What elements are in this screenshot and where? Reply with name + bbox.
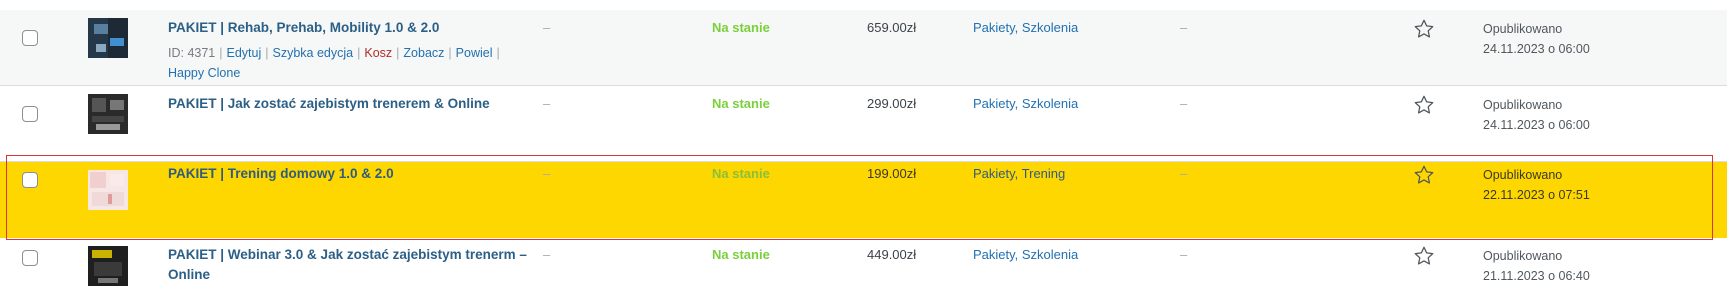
publish-datetime: 24.11.2023 o 06:00 <box>1483 118 1590 132</box>
publish-date: Opublikowano 21.11.2023 o 06:40 <box>1483 246 1590 286</box>
row-checkbox[interactable] <box>22 172 38 188</box>
product-thumbnail[interactable] <box>88 94 128 134</box>
tags-value: – <box>1180 166 1188 181</box>
product-name-link[interactable]: PAKIET | Webinar 3.0 & Jak zostać zajebi… <box>168 245 533 285</box>
sku-value: – <box>543 20 551 35</box>
table-row: PAKIET | Jak zostać zajebistym trenerem … <box>0 86 1727 162</box>
categories-links[interactable]: Pakiety, Szkolenia <box>973 247 1078 262</box>
stock-status: Na stanie <box>712 20 770 35</box>
star-outline-icon[interactable] <box>1413 164 1435 186</box>
product-thumbnail[interactable] <box>88 18 128 58</box>
sku-value: – <box>543 247 551 262</box>
stock-status: Na stanie <box>712 247 770 262</box>
happy-clone-link[interactable]: Happy Clone <box>168 66 240 80</box>
categories-links[interactable]: Pakiety, Szkolenia <box>973 20 1078 35</box>
products-table: PAKIET | Rehab, Prehab, Mobility 1.0 & 2… <box>0 0 1727 299</box>
price-value: 199.00zł <box>867 166 917 181</box>
row-checkbox[interactable] <box>22 250 38 266</box>
product-id: ID: 4371 <box>168 46 216 60</box>
sku-value: – <box>543 166 551 181</box>
price-value: 659.00zł <box>867 20 917 35</box>
star-outline-icon[interactable] <box>1413 245 1435 267</box>
row-actions: ID: 4371 | Edytuj | Szybka edycja | Kosz | Zobac… <box>168 46 500 80</box>
star-outline-icon[interactable] <box>1413 94 1435 116</box>
star-outline-icon[interactable] <box>1413 18 1435 40</box>
row-checkbox[interactable] <box>22 106 38 122</box>
product-thumbnail[interactable] <box>88 170 128 210</box>
publish-status: Opublikowano <box>1483 22 1563 36</box>
table-row-highlighted: PAKIET | Trening domowy 1.0 & 2.0 – Na s… <box>0 162 1727 238</box>
publish-datetime: 21.11.2023 o 06:40 <box>1483 269 1590 283</box>
publish-datetime: 24.11.2023 o 06:00 <box>1483 42 1590 56</box>
tags-value: – <box>1180 20 1188 35</box>
duplicate-link[interactable]: Powiel <box>456 46 493 60</box>
product-name-link[interactable]: PAKIET | Jak zostać zajebistym trenerem … <box>168 94 533 114</box>
table-top-edge <box>0 0 1727 10</box>
sku-value: – <box>543 96 551 111</box>
publish-date: Opublikowano 24.11.2023 o 06:00 <box>1483 95 1590 135</box>
publish-date: Opublikowano 22.11.2023 o 07:51 <box>1483 165 1590 205</box>
price-value: 449.00zł <box>867 247 917 262</box>
tags-value: – <box>1180 247 1188 262</box>
quick-edit-link[interactable]: Szybka edycja <box>273 46 354 60</box>
publish-status: Opublikowano <box>1483 249 1563 263</box>
publish-datetime: 22.11.2023 o 07:51 <box>1483 188 1590 202</box>
table-row: PAKIET | Rehab, Prehab, Mobility 1.0 & 2… <box>0 10 1727 86</box>
table-row: PAKIET | Webinar 3.0 & Jak zostać zajebi… <box>0 238 1727 299</box>
edit-link[interactable]: Edytuj <box>227 46 262 60</box>
tags-value: – <box>1180 96 1188 111</box>
row-checkbox[interactable] <box>22 30 38 46</box>
stock-status: Na stanie <box>712 166 770 181</box>
publish-status: Opublikowano <box>1483 168 1563 182</box>
product-thumbnail[interactable] <box>88 246 128 286</box>
publish-status: Opublikowano <box>1483 98 1563 112</box>
trash-link[interactable]: Kosz <box>364 46 392 60</box>
price-value: 299.00zł <box>867 96 917 111</box>
product-name-link[interactable]: PAKIET | Rehab, Prehab, Mobility 1.0 & 2… <box>168 18 533 38</box>
categories-links[interactable]: Pakiety, Trening <box>973 166 1065 181</box>
view-link[interactable]: Zobacz <box>403 46 444 60</box>
publish-date: Opublikowano 24.11.2023 o 06:00 <box>1483 19 1590 59</box>
stock-status: Na stanie <box>712 96 770 111</box>
categories-links[interactable]: Pakiety, Szkolenia <box>973 96 1078 111</box>
product-name-link[interactable]: PAKIET | Trening domowy 1.0 & 2.0 <box>168 164 533 184</box>
